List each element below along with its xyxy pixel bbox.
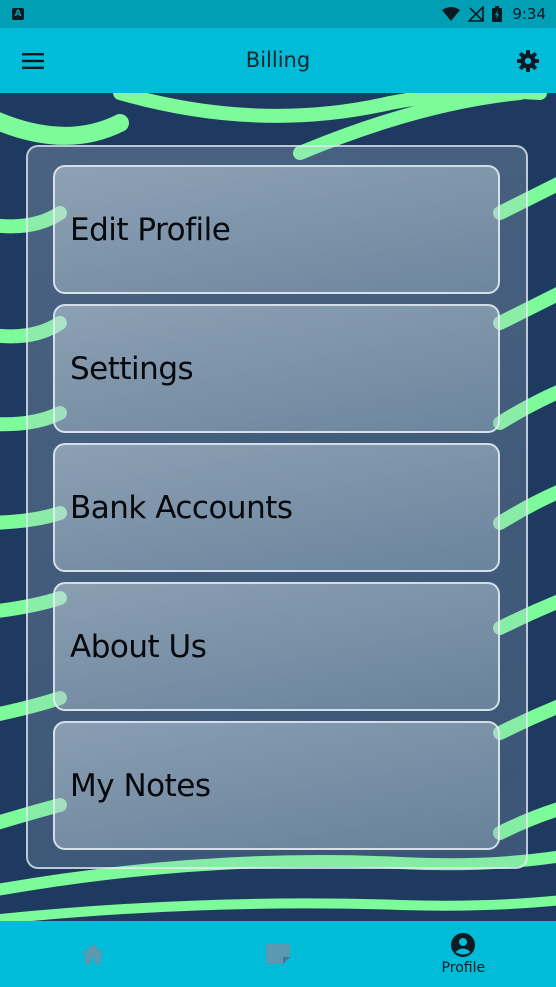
hamburger-menu-button[interactable] (19, 47, 47, 75)
home-icon (81, 944, 104, 964)
hamburger-menu-icon (22, 52, 44, 69)
battery-icon (492, 6, 503, 22)
wifi-icon (442, 7, 461, 21)
nav-item-notes[interactable] (185, 921, 370, 987)
menu-item-label: About Us (70, 628, 207, 665)
nav-item-home[interactable] (0, 921, 185, 987)
menu-item-label: My Notes (70, 767, 211, 804)
nav-item-label: Profile (441, 959, 486, 976)
no-signal-icon (468, 6, 485, 22)
note-icon (265, 944, 290, 964)
menu-item-my-notes[interactable]: My Notes (53, 721, 500, 850)
menu-item-label: Settings (70, 350, 194, 387)
gear-icon (517, 49, 539, 72)
settings-button[interactable] (514, 47, 542, 75)
profile-icon (451, 932, 476, 957)
menu-item-settings[interactable]: Settings (53, 304, 500, 433)
page-title: Billing (245, 48, 311, 72)
menu-item-label: Edit Profile (70, 211, 231, 248)
notification-badge: A (12, 8, 24, 20)
bottom-nav: Profile (0, 921, 556, 987)
menu-item-bank-accounts[interactable]: Bank Accounts (53, 443, 500, 572)
nav-item-profile[interactable]: Profile (371, 921, 556, 987)
menu-item-about-us[interactable]: About Us (53, 582, 500, 711)
menu-item-edit-profile[interactable]: Edit Profile (53, 165, 500, 294)
app-bar: Billing (0, 28, 556, 93)
menu-item-label: Bank Accounts (70, 489, 293, 526)
status-bar: A 9:34 (0, 0, 556, 28)
status-time: 9:34 (512, 5, 546, 23)
